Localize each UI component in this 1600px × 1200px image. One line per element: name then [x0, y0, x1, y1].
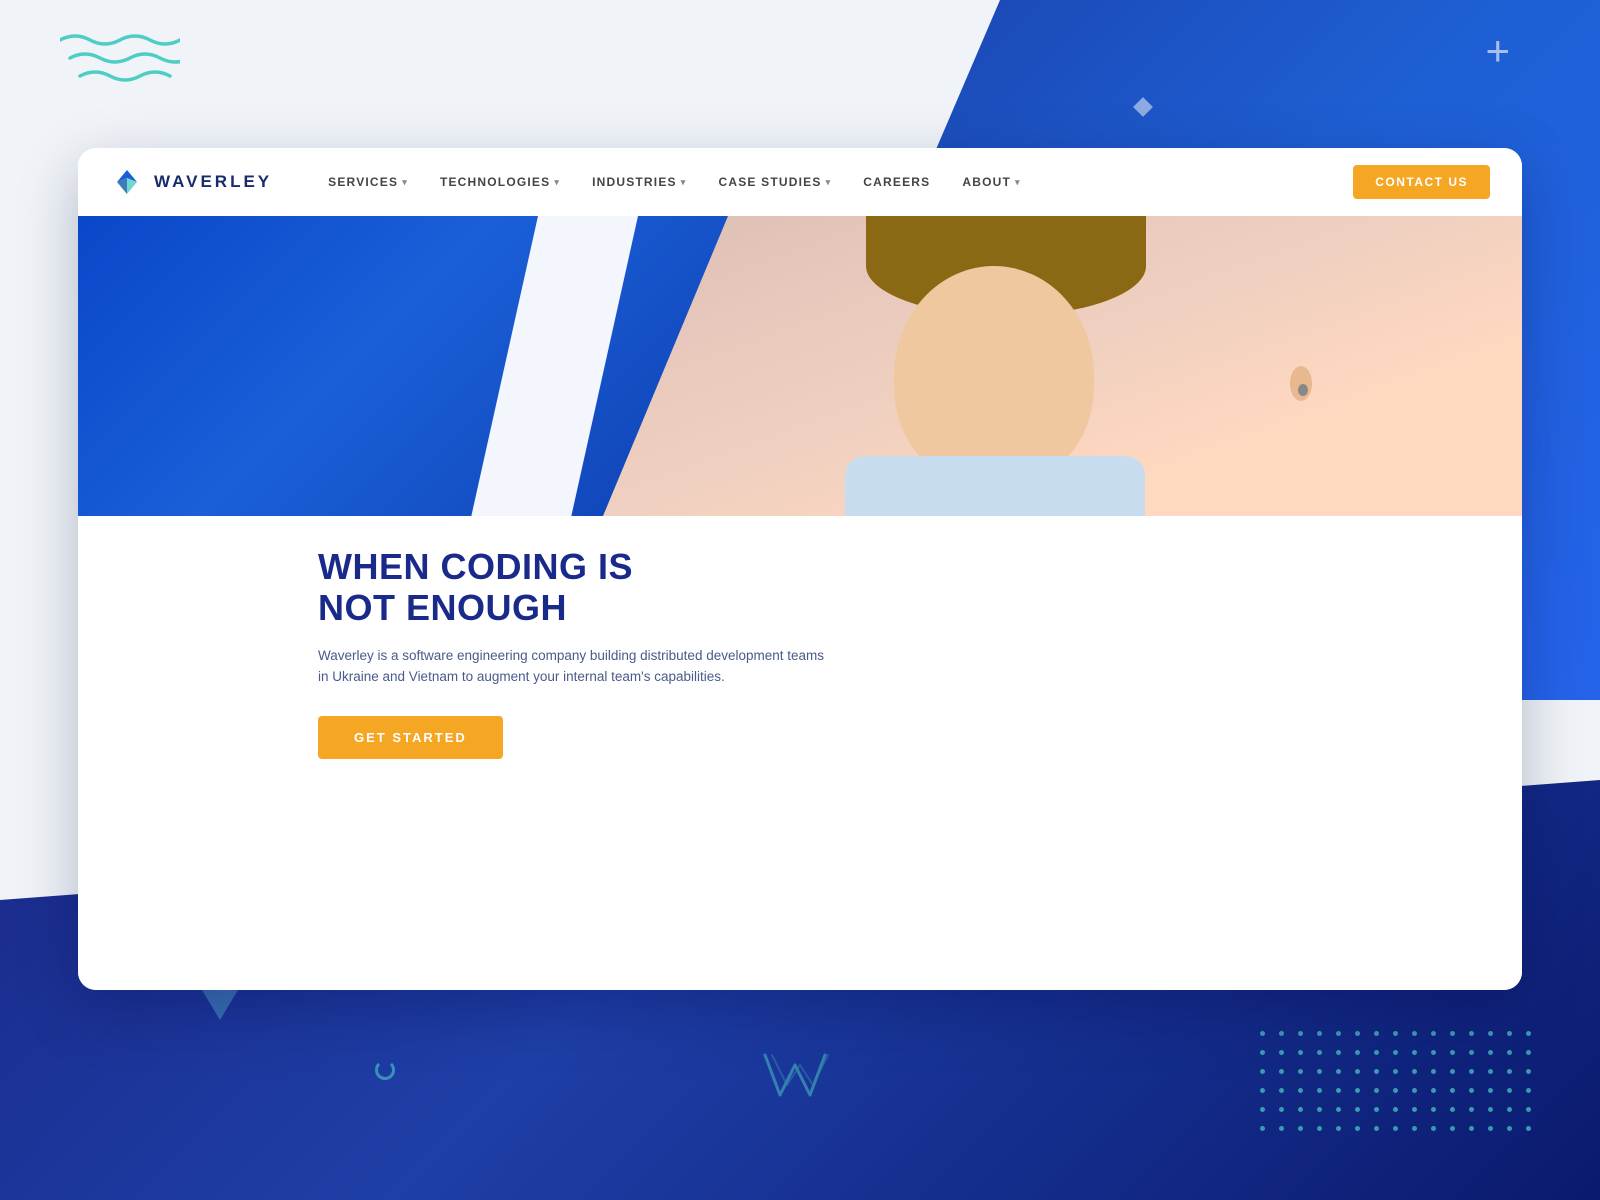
chevron-down-icon: ▾ [1015, 177, 1021, 188]
hero-subtitle: Waverley is a software engineering compa… [318, 645, 838, 688]
nav-links: SERVICES ▾ TECHNOLOGIES ▾ INDUSTRIES ▾ C… [312, 148, 1353, 216]
nav-services-label: SERVICES [328, 175, 398, 189]
wave-decoration-topleft [60, 30, 180, 95]
get-started-button[interactable]: GET STARTED [318, 716, 503, 759]
nav-item-careers[interactable]: CAREERS [847, 148, 946, 216]
brand-logo[interactable]: WAVERLEY [110, 168, 272, 196]
hero-content: WHEN CODING IS NOT ENOUGH Waverley is a … [78, 516, 1522, 990]
nav-about-label: ABOUT [962, 175, 1011, 189]
brand-icon-svg [110, 168, 144, 196]
nav-item-services[interactable]: SERVICES ▾ [312, 148, 424, 216]
chevron-down-icon: ▾ [402, 177, 408, 188]
nav-item-industries[interactable]: INDUSTRIES ▾ [576, 148, 702, 216]
contact-us-button[interactable]: CONTACT US [1353, 165, 1490, 199]
brand-name-text: WAVERLEY [154, 172, 272, 192]
hero-title: WHEN CODING IS NOT ENOUGH [318, 546, 1462, 629]
spinner-icon [375, 1060, 395, 1080]
chevron-down-icon: ▾ [554, 177, 560, 188]
nav-item-case-studies[interactable]: CASE STUDIES ▾ [702, 148, 847, 216]
chevron-down-icon: ▾ [681, 177, 687, 188]
main-card: WAVERLEY SERVICES ▾ TECHNOLOGIES ▾ INDUS… [78, 148, 1522, 990]
person-earphone [1298, 384, 1308, 396]
nav-case-studies-label: CASE STUDIES [718, 175, 821, 189]
hero-section: WHEN CODING IS NOT ENOUGH Waverley is a … [78, 216, 1522, 990]
dot-grid-decoration [1260, 1031, 1540, 1140]
nav-careers-label: CAREERS [863, 175, 930, 189]
hero-title-line1: WHEN CODING IS [318, 546, 633, 587]
person-face [894, 266, 1094, 486]
hero-title-line2: NOT ENOUGH [318, 587, 567, 628]
nav-item-technologies[interactable]: TECHNOLOGIES ▾ [424, 148, 576, 216]
waverley-logo-bottom [760, 1050, 840, 1100]
chevron-down-icon: ▾ [826, 177, 832, 188]
nav-item-about[interactable]: ABOUT ▾ [946, 148, 1036, 216]
nav-technologies-label: TECHNOLOGIES [440, 175, 550, 189]
navbar: WAVERLEY SERVICES ▾ TECHNOLOGIES ▾ INDUS… [78, 148, 1522, 216]
nav-industries-label: INDUSTRIES [592, 175, 677, 189]
plus-icon: + [1485, 30, 1510, 72]
